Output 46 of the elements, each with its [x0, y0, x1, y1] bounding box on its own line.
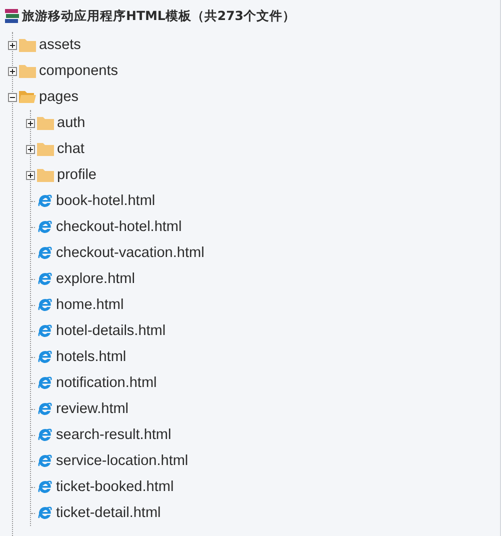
- file-name[interactable]: hotels.html: [56, 349, 126, 365]
- expand-icon[interactable]: [8, 66, 17, 76]
- file-name[interactable]: book-hotel.html: [56, 193, 156, 209]
- folder-name[interactable]: auth: [57, 115, 86, 131]
- folder-name[interactable]: profile: [57, 167, 96, 183]
- browser-e-icon: [37, 401, 53, 417]
- file-name[interactable]: search-result.html: [56, 427, 172, 443]
- browser-e-icon: [37, 297, 53, 313]
- file-name[interactable]: ticket-detail.html: [56, 505, 161, 521]
- browser-e-icon: [37, 323, 53, 339]
- folder-icon: [19, 38, 36, 52]
- browser-e-icon: [37, 479, 53, 495]
- folder-icon: [37, 168, 54, 182]
- expand-icon[interactable]: [8, 40, 17, 50]
- file-name[interactable]: notification.html: [56, 375, 157, 391]
- browser-e-icon: [37, 271, 53, 287]
- browser-e-icon: [37, 375, 53, 391]
- browser-e-icon: [37, 219, 53, 235]
- file-name[interactable]: checkout-vacation.html: [56, 245, 204, 261]
- folder-name[interactable]: components: [39, 63, 118, 79]
- expand-icon[interactable]: [26, 170, 35, 180]
- books-icon: [4, 8, 20, 24]
- browser-e-icon: [37, 453, 53, 469]
- folder-name[interactable]: assets: [39, 37, 81, 53]
- open-folder-icon: [19, 90, 36, 104]
- browser-e-icon: [37, 427, 53, 443]
- file-name[interactable]: hotel-details.html: [56, 323, 166, 339]
- file-name[interactable]: checkout-hotel.html: [56, 219, 182, 235]
- archive-title: 旅游移动应用程序HTML模板（共273个文件）: [22, 8, 296, 24]
- folder-icon: [37, 116, 54, 130]
- folder-name[interactable]: chat: [57, 141, 84, 157]
- browser-e-icon: [37, 245, 53, 261]
- folder-icon: [37, 142, 54, 156]
- file-name[interactable]: ticket-booked.html: [56, 479, 174, 495]
- file-name[interactable]: home.html: [56, 297, 124, 313]
- folder-name[interactable]: pages: [39, 89, 79, 105]
- browser-e-icon: [37, 193, 53, 209]
- browser-e-icon: [37, 505, 53, 521]
- file-name[interactable]: review.html: [56, 401, 129, 417]
- file-name[interactable]: service-location.html: [56, 453, 188, 469]
- folder-icon: [19, 64, 36, 78]
- collapse-icon[interactable]: [8, 92, 17, 102]
- expand-icon[interactable]: [26, 118, 35, 128]
- file-name[interactable]: explore.html: [56, 271, 135, 287]
- expand-icon[interactable]: [26, 144, 35, 154]
- browser-e-icon: [37, 349, 53, 365]
